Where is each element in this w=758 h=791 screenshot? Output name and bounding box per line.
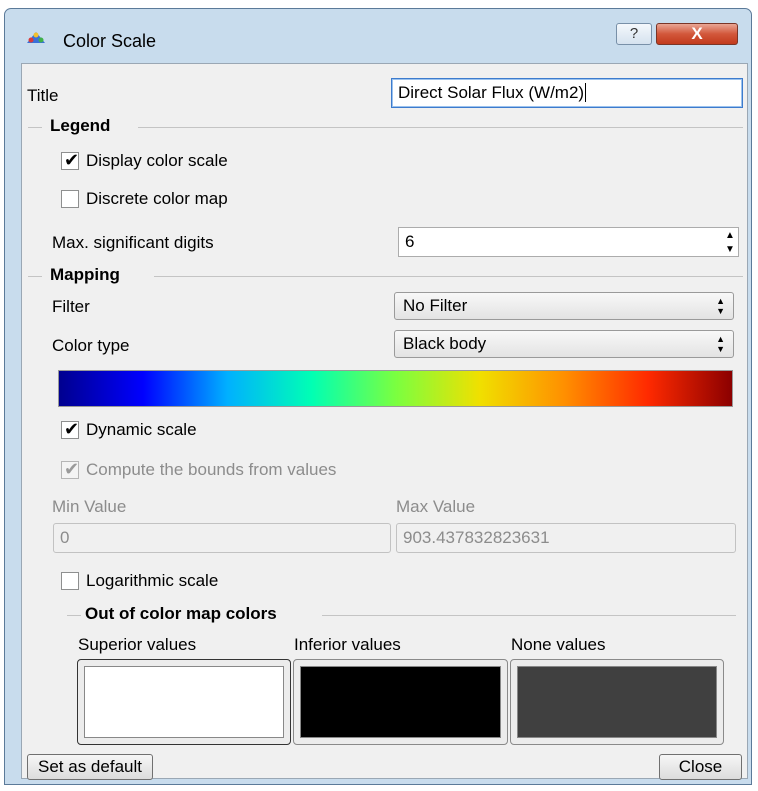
color-type-label: Color type [52,336,130,355]
compute-bounds-checkbox[interactable]: ✔ [61,459,80,479]
color-type-value: Black body [403,334,487,353]
color-scale-gradient [58,370,733,407]
close-button[interactable]: Close [659,754,742,780]
inferior-color-swatch [300,666,501,738]
display-color-scale-checkbox[interactable]: ✔ [61,150,80,170]
inferior-color-button[interactable] [293,659,508,745]
mapping-divider-right [154,276,743,277]
superior-values-label: Superior values [78,635,197,654]
logarithmic-scale-label: Logarithmic scale [86,571,219,590]
spin-up-icon[interactable]: ▲ [721,228,739,243]
out-of-map-divider-right [322,615,736,616]
max-digits-label: Max. significant digits [52,233,214,252]
color-type-combobox[interactable]: Black body ▲ ▼ [394,330,734,358]
inferior-values-label: Inferior values [294,635,401,654]
mapping-group-header: Mapping [50,265,120,284]
filter-value: No Filter [403,296,468,315]
dialog-window: Color Scale ? X Title Direct Solar Flux … [4,8,752,785]
legend-group-header: Legend [50,116,111,135]
out-of-map-group-header: Out of color map colors [85,604,277,623]
legend-divider-left [28,127,42,128]
max-value-label: Max Value [396,497,476,516]
dynamic-scale-label: Dynamic scale [86,420,197,439]
title-bar[interactable]: Color Scale ? X [5,9,751,59]
superior-color-swatch [84,666,284,738]
check-icon: ✔ [64,150,80,170]
discrete-color-map-checkbox[interactable] [61,190,79,208]
updown-arrow-icon: ▲ ▼ [716,296,725,316]
window-close-button[interactable]: X [656,23,738,45]
none-values-label: None values [511,635,606,654]
display-color-scale-label: Display color scale [86,151,228,170]
none-color-swatch [517,666,717,738]
dialog-client-area: Title Direct Solar Flux (W/m2) Legend ✔ … [21,63,748,780]
superior-color-button[interactable] [77,659,291,745]
title-input-value: Direct Solar Flux (W/m2) [398,83,585,102]
set-as-default-button[interactable]: Set as default [27,754,153,780]
min-value-label: Min Value [52,497,127,516]
spin-down-icon[interactable]: ▼ [721,242,739,257]
discrete-color-map-label: Discrete color map [86,189,228,208]
max-digits-spinbox[interactable]: 6 ▲ ▼ [398,227,739,257]
color-scale-app-icon [27,32,45,43]
check-icon: ✔ [64,419,80,439]
filter-label: Filter [52,297,90,316]
max-digits-value: 6 [405,232,415,251]
min-value-input[interactable]: 0 [53,523,391,553]
dynamic-scale-checkbox[interactable]: ✔ [61,419,80,439]
out-of-map-divider-left [67,615,81,616]
title-input[interactable]: Direct Solar Flux (W/m2) [391,78,743,108]
window-title: Color Scale [63,31,157,51]
check-icon: ✔ [64,459,80,479]
legend-divider-right [138,127,743,128]
title-label: Title [27,86,59,105]
none-color-button[interactable] [510,659,724,745]
mapping-divider-left [28,276,42,277]
help-button[interactable]: ? [616,23,652,45]
max-value-input[interactable]: 903.437832823631 [396,523,736,553]
compute-bounds-label: Compute the bounds from values [86,460,337,479]
logarithmic-scale-checkbox[interactable] [61,572,79,590]
updown-arrow-icon: ▲ ▼ [716,334,725,354]
filter-combobox[interactable]: No Filter ▲ ▼ [394,292,734,320]
